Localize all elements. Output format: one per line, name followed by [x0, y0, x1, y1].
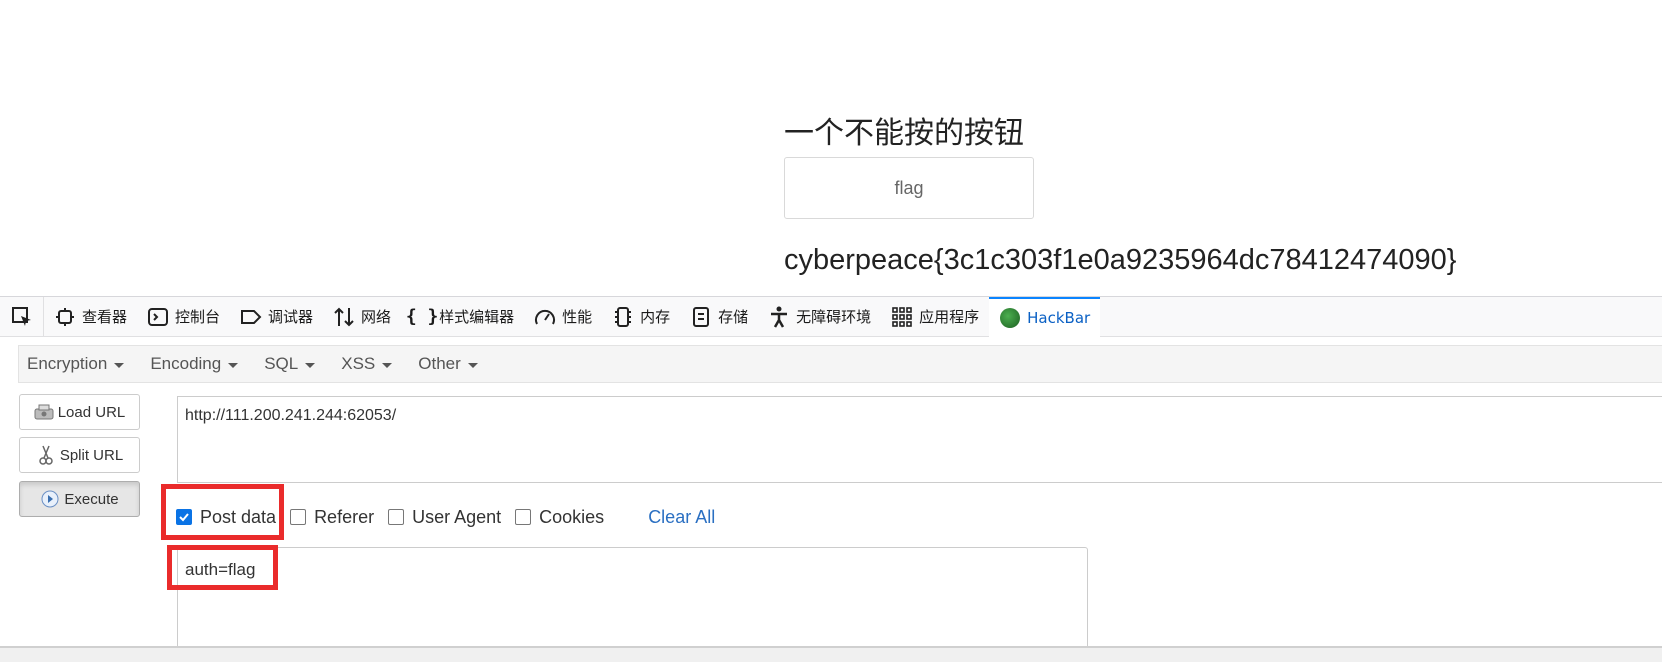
tab-label: 存储: [718, 308, 749, 326]
network-icon: [333, 306, 355, 328]
execute-button[interactable]: Execute: [19, 481, 140, 517]
inspector-icon: [54, 306, 76, 328]
tab-label: HackBar: [1027, 308, 1091, 327]
tab-label: 查看器: [82, 308, 128, 326]
element-picker-button[interactable]: [0, 296, 44, 337]
menu-xss[interactable]: XSS: [333, 354, 400, 374]
post-data-input[interactable]: auth=flag: [177, 547, 1088, 662]
debugger-icon: [240, 306, 262, 328]
memory-icon: [612, 306, 634, 328]
caret-down-icon: [382, 362, 393, 368]
flag-result-text: cyberpeace{3c1c303f1e0a9235964dc78412474…: [784, 244, 1457, 276]
load-url-icon: [34, 402, 54, 422]
menu-label: Encoding: [150, 354, 222, 373]
devtools-toolbar: 查看器 控制台 调试器 网络 { } 样式编辑器 性能 内存 存储 无障碍环境 …: [0, 296, 1662, 337]
tab-inspector[interactable]: 查看器: [44, 297, 137, 337]
element-picker-icon: [11, 306, 31, 326]
tab-hackbar[interactable]: HackBar: [989, 296, 1101, 337]
url-input[interactable]: http://111.200.241.244:62053/: [177, 396, 1662, 483]
menu-other[interactable]: Other: [410, 354, 486, 374]
application-icon: [891, 306, 913, 328]
split-url-label: Split URL: [59, 446, 124, 464]
caret-down-icon: [228, 362, 239, 368]
tab-label: 无障碍环境: [796, 308, 872, 326]
split-url-button[interactable]: Split URL: [19, 437, 140, 473]
tab-label: 控制台: [175, 308, 221, 326]
flag-button[interactable]: flag: [784, 157, 1034, 219]
user-agent-option[interactable]: User Agent: [388, 507, 501, 528]
menu-label: Other: [418, 354, 461, 373]
caret-down-icon: [114, 362, 125, 368]
referer-label: Referer: [314, 506, 375, 527]
referer-option[interactable]: Referer: [290, 507, 374, 528]
clear-all-link[interactable]: Clear All: [648, 507, 715, 528]
tab-application[interactable]: 应用程序: [881, 297, 989, 337]
performance-icon: [534, 306, 556, 328]
tab-label: 调试器: [268, 308, 314, 326]
caret-down-icon: [467, 362, 478, 368]
tab-label: 网络: [361, 308, 392, 326]
menu-label: SQL: [264, 354, 299, 373]
cookies-checkbox[interactable]: [515, 509, 532, 525]
referer-checkbox[interactable]: [290, 509, 307, 525]
scissors-icon: [36, 445, 56, 465]
accessibility-icon: [768, 306, 790, 328]
caret-down-icon: [305, 362, 316, 368]
execute-label: Execute: [64, 490, 119, 508]
tab-console[interactable]: 控制台: [137, 297, 230, 337]
tab-label: 样式编辑器: [439, 308, 515, 326]
storage-icon: [690, 306, 712, 328]
user-agent-label: User Agent: [412, 506, 502, 527]
page-content: 一个不能按的按钮 flag cyberpeace{3c1c303f1e0a923…: [0, 0, 1662, 296]
tab-storage[interactable]: 存储: [680, 297, 758, 337]
play-icon: [40, 489, 60, 509]
cookies-label: Cookies: [539, 506, 605, 527]
menu-sql[interactable]: SQL: [256, 354, 323, 374]
user-agent-checkbox[interactable]: [388, 509, 405, 525]
hackbar-menu: Encryption Encoding SQL XSS Other: [18, 345, 1662, 383]
style-editor-icon: { }: [405, 306, 439, 327]
tab-accessibility[interactable]: 无障碍环境: [758, 297, 881, 337]
page-heading: 一个不能按的按钮: [784, 116, 1024, 151]
menu-label: XSS: [341, 354, 376, 373]
post-value-highlight: [167, 545, 278, 590]
tab-label: 内存: [640, 308, 671, 326]
load-url-button[interactable]: Load URL: [19, 394, 140, 430]
menu-encryption[interactable]: Encryption: [19, 354, 132, 374]
load-url-label: Load URL: [57, 403, 126, 421]
tab-memory[interactable]: 内存: [602, 297, 680, 337]
tab-label: 应用程序: [919, 308, 980, 326]
tab-label: 性能: [562, 308, 593, 326]
menu-label: Encryption: [27, 354, 108, 373]
hackbar-logo-icon: [999, 307, 1021, 329]
post-data-highlight: [161, 484, 284, 540]
menu-encoding[interactable]: Encoding: [142, 354, 246, 374]
console-icon: [147, 306, 169, 328]
bottom-status-strip: [0, 646, 1662, 662]
tab-network[interactable]: 网络: [323, 297, 401, 337]
cookies-option[interactable]: Cookies: [515, 507, 604, 528]
tab-debugger[interactable]: 调试器: [230, 297, 323, 337]
tab-style-editor[interactable]: { } 样式编辑器: [401, 297, 524, 337]
tab-performance[interactable]: 性能: [524, 297, 602, 337]
